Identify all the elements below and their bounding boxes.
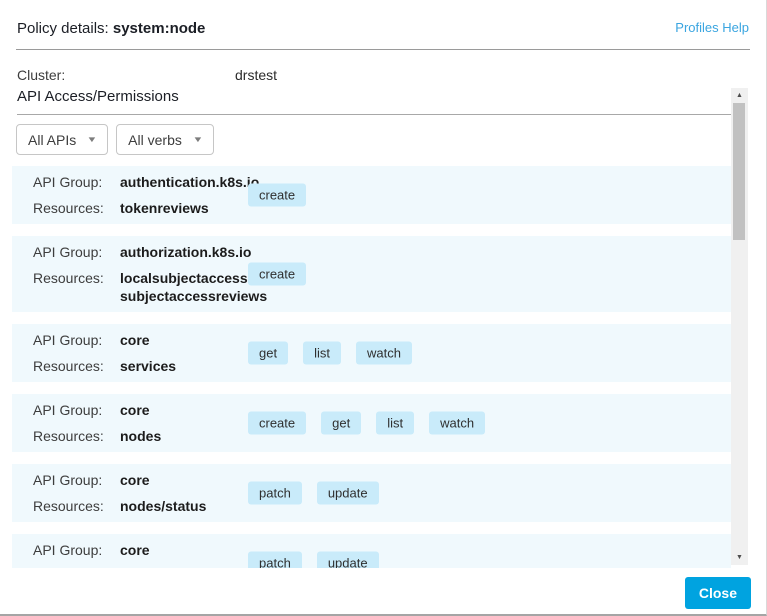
verb-badge: patch [248,552,302,569]
verb-filter-value: All verbs [128,132,182,148]
api-group-label: API Group: [33,541,120,559]
resources-value: tokenreviews [120,199,248,217]
verb-badge: watch [356,342,412,365]
permission-row: API Group: core Resources: nodes/status … [12,464,731,522]
api-group-value: core [120,401,248,419]
verb-badge: create [248,412,306,435]
resources-label: Resources: [33,567,120,568]
section-title: API Access/Permissions [17,87,767,107]
verb-badges: patch update [248,482,379,505]
scroll-down-icon[interactable]: ▼ [731,550,748,565]
modal-header: Policy details: system:node Profiles Hel… [0,0,766,38]
verb-badges: patch update [248,552,379,569]
api-group-label: API Group: [33,401,120,419]
api-filter-dropdown[interactable]: All APIs ▼ [16,124,108,155]
permission-row: API Group: core Resources: nodes createg… [12,394,731,452]
verb-badge: get [248,342,288,365]
resources-value: localsubjectaccessreviews,subjectaccessr… [120,269,248,305]
scroll-up-icon[interactable]: ▲ [731,88,748,103]
scrollbar-thumb[interactable] [733,103,745,240]
verb-filter-dropdown[interactable]: All verbs ▼ [116,124,214,155]
cluster-value: drstest [235,67,277,83]
api-group-label: API Group: [33,243,120,261]
resource-name: nodes/status [120,497,248,515]
policy-name: system:node [113,20,206,37]
profiles-help-link[interactable]: Profiles Help [675,20,749,36]
verb-badge: list [303,342,341,365]
resources-value: nodes/status [120,497,248,515]
api-group-value: authorization.k8s.io [120,243,248,261]
filters-bar: All APIs ▼ All verbs ▼ [16,124,767,155]
verb-badge: update [317,482,379,505]
modal-footer: Close [0,570,767,614]
scrollbar[interactable]: ▲ ▼ [731,88,748,565]
resource-name: localsubjectaccessreviews, [120,269,248,287]
api-group-value: core [120,331,248,349]
permission-row: API Group: core Resources: services getl… [12,324,731,382]
resource-name: services [120,357,248,375]
verb-badge: update [317,552,379,569]
verb-badge: create [248,184,306,207]
section-divider [17,114,731,115]
resources-label: Resources: [33,199,120,217]
verb-badge: create [248,263,306,286]
chevron-down-icon: ▼ [87,135,98,144]
resource-name: nodes [120,567,248,568]
resources-label: Resources: [33,357,120,375]
page-title: Policy details: system:node [17,20,205,38]
close-button[interactable]: Close [685,577,751,609]
permission-row: API Group: core Resources: nodes patchup… [12,534,731,568]
api-group-value: core [120,471,248,489]
api-group-label: API Group: [33,331,120,349]
permissions-scroll-area: API Access/Permissions All APIs ▼ All ve… [0,85,767,568]
api-filter-value: All APIs [28,132,76,148]
resources-value: nodes [120,567,248,568]
resource-name: subjectaccessreviews [120,287,248,305]
verb-badges: getlist watch [248,342,412,365]
api-group-value: authentication.k8s.io [120,173,248,191]
verb-badge: watch [429,412,485,435]
api-group-label: API Group: [33,173,120,191]
verb-badges: create [248,184,306,207]
verb-badges: create [248,263,306,286]
verb-badge: get [321,412,361,435]
api-group-label: API Group: [33,471,120,489]
resources-label: Resources: [33,497,120,515]
page-title-prefix: Policy details: [17,20,113,37]
policy-details-modal: Policy details: system:node Profiles Hel… [0,0,767,616]
permission-row: API Group: authentication.k8s.io Resourc… [12,166,731,224]
resources-value: services [120,357,248,375]
resource-name: tokenreviews [120,199,248,217]
verb-badge: list [376,412,414,435]
chevron-down-icon: ▼ [192,135,203,144]
resources-label: Resources: [33,269,120,305]
cluster-label: Cluster: [17,67,235,83]
verb-badges: create getlist watch [248,412,485,435]
permissions-list: API Group: authentication.k8s.io Resourc… [0,166,767,568]
api-group-value: core [120,541,248,559]
permission-row: API Group: authorization.k8s.io Resource… [12,236,731,312]
verb-badge: patch [248,482,302,505]
cluster-row: Cluster:drstest [0,50,766,83]
resources-value: nodes [120,427,248,445]
resource-name: nodes [120,427,248,445]
resources-label: Resources: [33,427,120,445]
